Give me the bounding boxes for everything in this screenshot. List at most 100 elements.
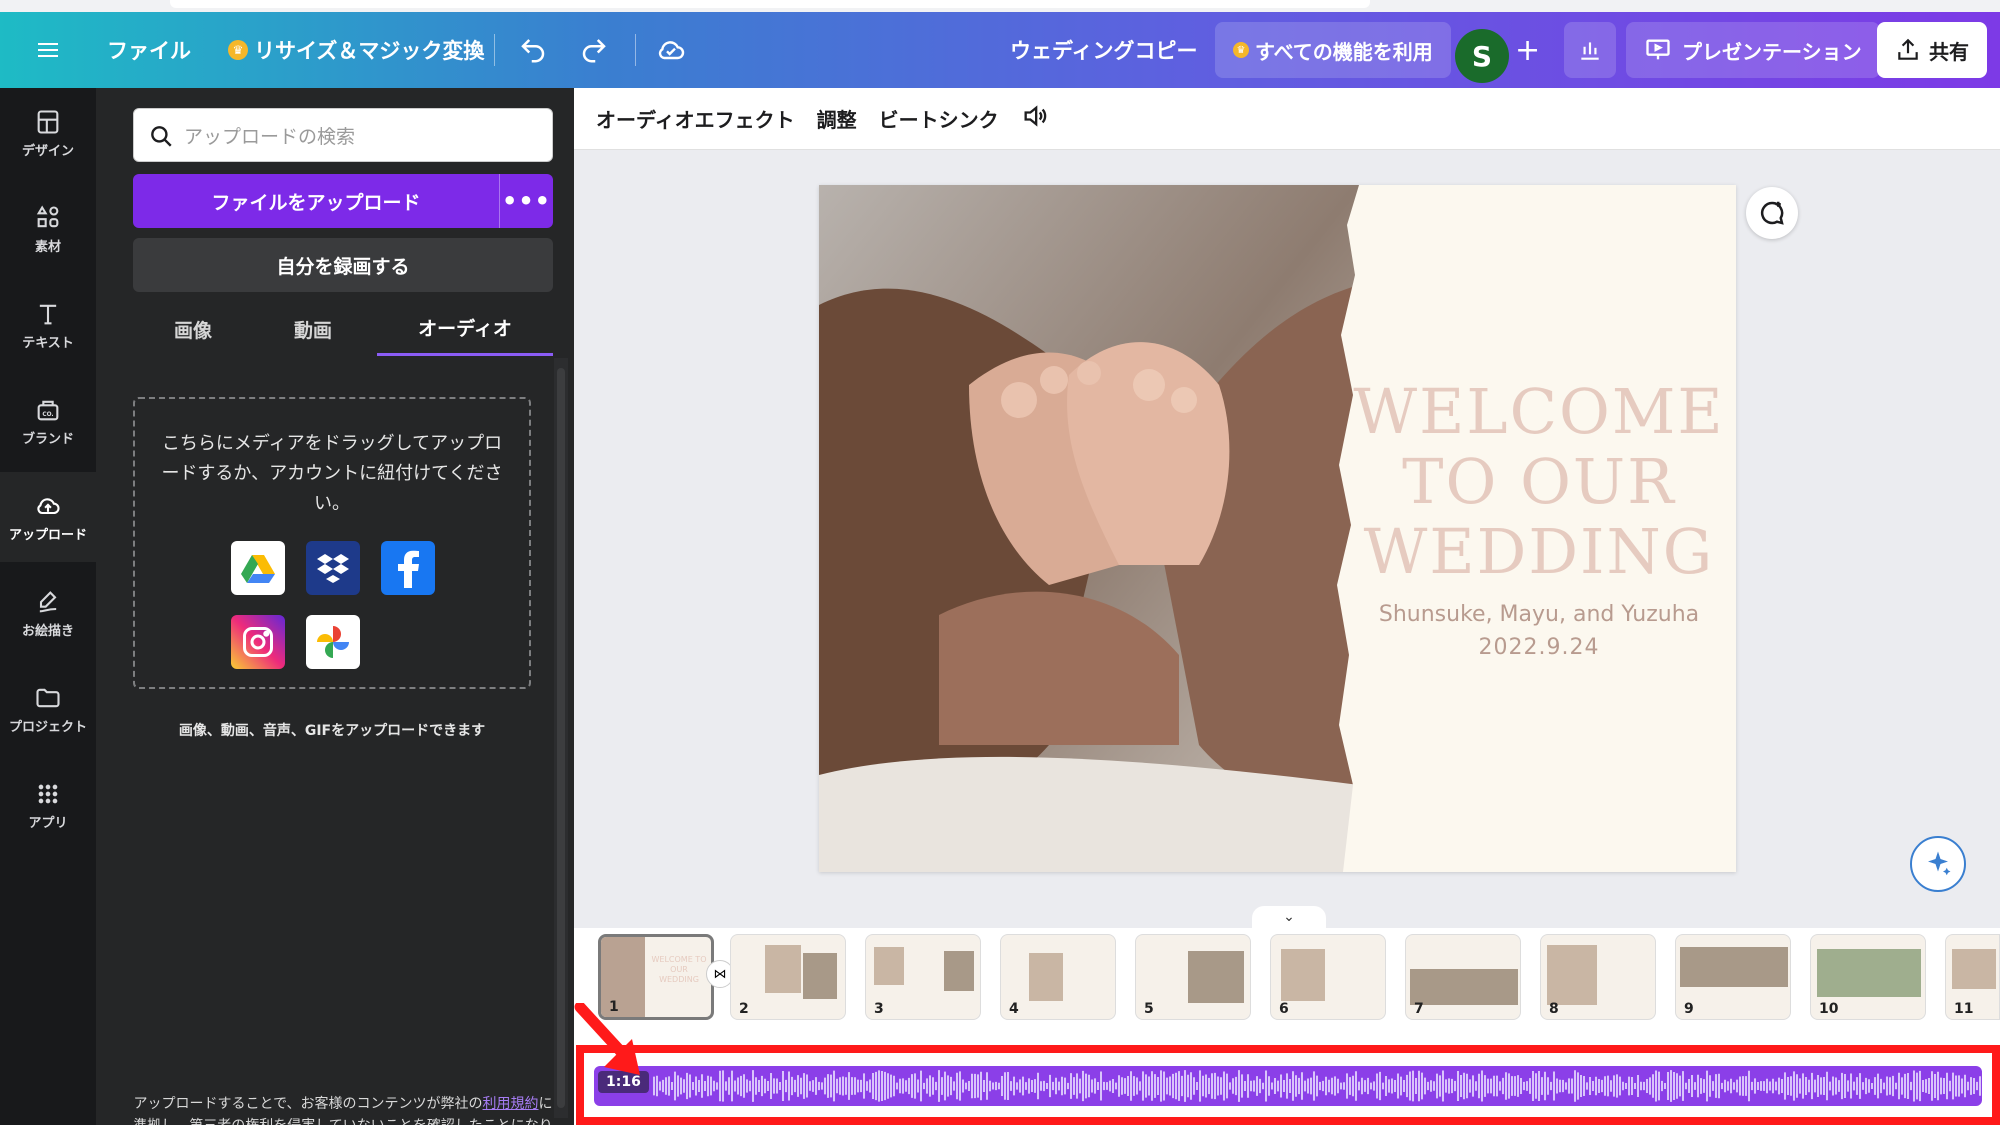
audio-track[interactable]: [592, 1064, 1984, 1108]
rail-draw[interactable]: お絵描き: [0, 568, 96, 658]
page-number: 8: [1549, 1001, 1559, 1017]
page-thumbnail[interactable]: 10: [1810, 934, 1926, 1020]
rail-projects[interactable]: プロジェクト: [0, 664, 96, 754]
draw-icon: [39, 590, 57, 612]
upload-files-label: ファイルをアップロード: [211, 191, 421, 214]
cloud-upload-icon: [37, 497, 60, 514]
page-thumbnail[interactable]: 5: [1135, 934, 1251, 1020]
chevron-down-icon[interactable]: ⌄: [1252, 906, 1326, 928]
rail-uploads[interactable]: アップロード: [0, 472, 96, 562]
add-comment-icon[interactable]: [1746, 187, 1798, 239]
tab-videos[interactable]: 動画: [253, 302, 373, 356]
page-number: 2: [739, 1001, 749, 1017]
slide-canvas[interactable]: WELCOME TO OUR WEDDING Shunsuke, Mayu, a…: [819, 185, 1736, 872]
divider: [635, 34, 636, 66]
editor-canvas-area: オーディオエフェクト 調整 ビートシンク WELCOME TO OUR WEDD…: [574, 88, 2000, 1125]
tab-images[interactable]: 画像: [133, 302, 253, 356]
page-number: 11: [1954, 1001, 1974, 1017]
google-photos-icon[interactable]: [306, 615, 360, 669]
rail-label: アプリ: [28, 815, 68, 831]
rail-label: テキスト: [22, 335, 74, 351]
supported-formats-text: 画像、動画、音声、GIFをアップロードできます: [178, 723, 486, 739]
undo-icon[interactable]: [518, 12, 548, 88]
share-icon: [1898, 38, 1918, 60]
page-thumbnail[interactable]: 9: [1675, 934, 1791, 1020]
browser-top-strip: [0, 0, 2000, 12]
terms-link[interactable]: 利用規約: [483, 1096, 539, 1112]
page-number: 9: [1684, 1001, 1694, 1017]
resize-magic-button[interactable]: ♛ リサイズ＆マジック変換: [228, 12, 484, 88]
present-button[interactable]: プレゼンテーション: [1626, 22, 1880, 78]
file-menu[interactable]: ファイル: [107, 12, 191, 88]
avatar[interactable]: S: [1455, 29, 1509, 83]
search-icon: [151, 126, 172, 147]
instagram-icon[interactable]: [231, 615, 285, 669]
all-features-button[interactable]: ♛ すべての機能を利用: [1215, 22, 1451, 78]
dropbox-icon[interactable]: [306, 541, 360, 595]
canva-editor: ファイル ♛ リサイズ＆マジック変換 ウェディングコピー ♛ すべての機能を利用…: [0, 0, 2000, 1125]
audio-waveform: [653, 1070, 1981, 1102]
present-icon: [1646, 39, 1670, 60]
rail-label: 素材: [34, 239, 61, 255]
audio-effects-button[interactable]: オーディオエフェクト: [596, 104, 795, 133]
text-icon: [39, 304, 57, 324]
page-number: 4: [1009, 1001, 1019, 1017]
redo-icon[interactable]: [579, 12, 609, 88]
menu-icon[interactable]: [38, 12, 58, 88]
share-button[interactable]: 共有: [1877, 22, 1987, 78]
adjust-button[interactable]: 調整: [817, 104, 857, 133]
rail-elements[interactable]: 素材: [0, 184, 96, 274]
rail-label: デザイン: [21, 143, 74, 159]
google-drive-icon[interactable]: [231, 541, 285, 595]
couple-names[interactable]: Shunsuke, Mayu, and Yuzuha: [1339, 602, 1736, 627]
facebook-icon[interactable]: [381, 541, 435, 595]
red-arrow-annotation: [574, 1003, 640, 1075]
rail-label: お絵描き: [21, 623, 74, 639]
page-thumbnail[interactable]: 4: [1000, 934, 1116, 1020]
add-collaborator-icon[interactable]: +: [1515, 12, 1540, 88]
upload-files-button[interactable]: ファイルをアップロード •••: [133, 174, 553, 228]
divider: [494, 34, 495, 66]
volume-icon[interactable]: [1021, 102, 1049, 135]
rail-brand[interactable]: CO. ブランド: [0, 376, 96, 466]
page-thumbnail[interactable]: 6: [1270, 934, 1386, 1020]
panel-scrollbar[interactable]: [554, 358, 568, 1118]
brand-icon: CO.: [37, 400, 59, 420]
search-placeholder: アップロードの検索: [184, 125, 356, 148]
left-rail: デザイン 素材 テキスト CO. ブランド アップロード お絵描き プロジェクト: [0, 88, 96, 1125]
crown-icon: ♛: [228, 40, 248, 60]
search-input[interactable]: アップロードの検索: [133, 108, 553, 162]
rail-design[interactable]: デザイン: [0, 88, 96, 178]
record-yourself-button[interactable]: 自分を録画する: [133, 238, 553, 292]
more-options-icon[interactable]: •••: [499, 174, 553, 228]
page-thumbnail[interactable]: 11: [1945, 934, 2000, 1020]
crown-icon: ♛: [1233, 42, 1249, 58]
resize-magic-label: リサイズ＆マジック変換: [254, 39, 485, 63]
rail-label: プロジェクト: [8, 719, 87, 735]
apps-icon: [38, 784, 58, 803]
audio-toolbar: オーディオエフェクト 調整 ビートシンク: [574, 88, 2000, 150]
magic-assistant-icon[interactable]: [1910, 836, 1966, 892]
wedding-date[interactable]: 2022.9.24: [1339, 635, 1736, 660]
page-number: 5: [1144, 1001, 1154, 1017]
analytics-icon[interactable]: [1564, 22, 1616, 78]
terms-notice: アップロードすることで、お客様のコンテンツが弊社の利用規約に準拠し、第三者の権利…: [133, 1093, 553, 1125]
page-thumbnail[interactable]: 8: [1540, 934, 1656, 1020]
rail-text[interactable]: テキスト: [0, 280, 96, 370]
present-label: プレゼンテーション: [1682, 39, 1862, 64]
document-title[interactable]: ウェディングコピー: [1010, 12, 1198, 88]
rail-label: ブランド: [21, 431, 74, 447]
drop-zone[interactable]: こちらにメディアをドラッグしてアップロードするか、アカウントに紐付けてください。: [133, 397, 531, 689]
drop-zone-text: こちらにメディアをドラッグしてアップロードするか、アカウントに紐付けてください。: [161, 433, 503, 514]
cloud-saved-icon[interactable]: [655, 12, 687, 88]
baby-feet-photo[interactable]: [819, 185, 1359, 872]
tab-audio[interactable]: オーディオ: [377, 302, 553, 356]
page-thumbnail[interactable]: 2: [730, 934, 846, 1020]
beat-sync-button[interactable]: ビートシンク: [879, 104, 999, 133]
editor-scrollbar[interactable]: [1984, 150, 2000, 928]
page-thumbnail[interactable]: 7: [1405, 934, 1521, 1020]
welcome-heading[interactable]: WELCOME TO OUR WEDDING: [1339, 377, 1736, 587]
page-thumbnail[interactable]: 3: [865, 934, 981, 1020]
top-bar: ファイル ♛ リサイズ＆マジック変換 ウェディングコピー ♛ すべての機能を利用…: [0, 12, 2000, 88]
rail-apps[interactable]: アプリ: [0, 760, 96, 850]
